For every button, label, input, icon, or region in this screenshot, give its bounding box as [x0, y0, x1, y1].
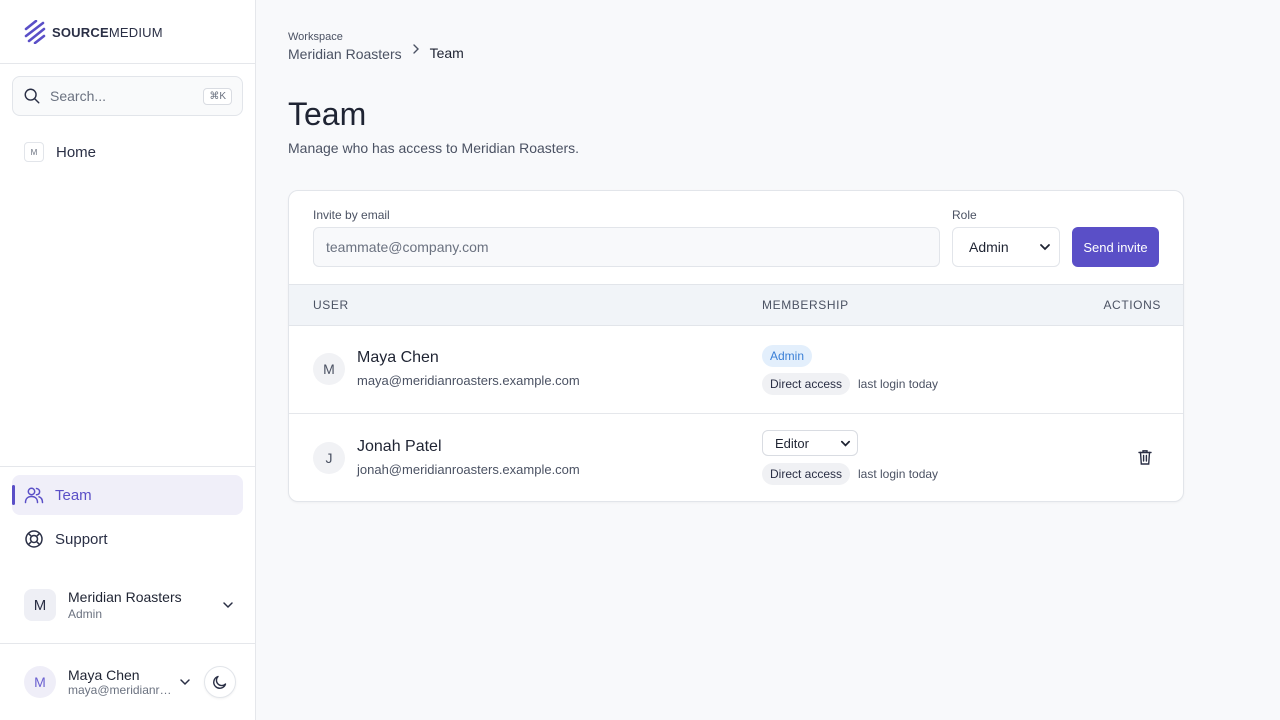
- sidebar-item-home[interactable]: M Home: [12, 136, 243, 168]
- breadcrumb-workspace-name: Meridian Roasters: [288, 46, 402, 62]
- org-name: Meridian Roasters: [68, 589, 182, 605]
- chevron-down-icon: [840, 440, 851, 447]
- search-icon: [24, 88, 40, 104]
- last-login-text: last login today: [858, 467, 939, 481]
- trash-icon[interactable]: [1136, 448, 1154, 466]
- table-row: M Maya Chen maya@meridianroasters.exampl…: [289, 326, 1183, 414]
- role-badge: Admin: [762, 345, 813, 367]
- user-name: Jonah Patel: [357, 438, 442, 455]
- breadcrumb: Workspace Meridian Roasters Team: [288, 31, 464, 62]
- sourcemedium-logo-icon: [24, 20, 46, 44]
- moon-icon: [213, 675, 227, 689]
- breadcrumb-workspace-label: Workspace: [288, 31, 343, 43]
- chevron-right-icon: [412, 44, 419, 54]
- logo[interactable]: SOURCEMEDIUM: [24, 20, 163, 44]
- logo-text: SOURCEMEDIUM: [52, 24, 163, 40]
- avatar: J: [313, 442, 345, 474]
- user-name: Maya Chen: [68, 667, 140, 683]
- role-label: Role: [952, 208, 977, 222]
- role-select-value: Admin: [969, 239, 1009, 255]
- search-placeholder: Search...: [50, 88, 107, 104]
- role-select[interactable]: Admin: [952, 227, 1060, 267]
- column-header-actions: ACTIONS: [1103, 298, 1161, 312]
- table-row: J Jonah Patel jonah@meridianroasters.exa…: [289, 413, 1183, 501]
- search-input[interactable]: Search... ⌘K: [12, 76, 243, 116]
- table-header: USER MEMBERSHIP ACTIONS: [289, 284, 1183, 326]
- sidebar-item-team[interactable]: Team: [12, 475, 243, 515]
- chevron-down-icon: [180, 679, 190, 686]
- sidebar-item-label: Team: [55, 486, 92, 504]
- send-invite-button[interactable]: Send invite: [1072, 227, 1159, 267]
- user-menu[interactable]: M Maya Chen maya@meridianroasters.exampl…: [12, 662, 243, 702]
- home-badge: M: [24, 142, 44, 162]
- user-email: maya@meridianroasters.example.com: [68, 683, 172, 697]
- sidebar-item-label: Home: [56, 143, 97, 161]
- team-card: Invite by email Role Admin Send invite U…: [288, 190, 1184, 502]
- column-header-membership: MEMBERSHIP: [762, 298, 849, 312]
- chevron-down-icon: [223, 602, 233, 609]
- access-badge: Direct access: [762, 373, 851, 395]
- last-login-text: last login today: [858, 377, 939, 391]
- sidebar: SOURCEMEDIUM Search... ⌘K M Home Team Su…: [0, 0, 256, 720]
- chevron-down-icon: [1040, 244, 1050, 251]
- theme-toggle-button[interactable]: [204, 666, 236, 698]
- divider: [0, 63, 255, 64]
- email-label: Invite by email: [313, 208, 390, 222]
- avatar: M: [313, 353, 345, 385]
- divider: [0, 466, 255, 467]
- invite-email-input[interactable]: [313, 227, 940, 267]
- breadcrumb-workspace[interactable]: Workspace Meridian Roasters: [288, 31, 402, 62]
- member-role-value: Editor: [775, 435, 809, 451]
- user-email: maya@meridianroasters.example.com: [357, 373, 580, 388]
- user-name: Maya Chen: [357, 349, 439, 366]
- user-email: jonah@meridianroasters.example.com: [357, 462, 580, 477]
- breadcrumb-current: Team: [429, 45, 464, 61]
- page-title: Team: [288, 96, 367, 132]
- org-avatar: M: [24, 589, 56, 621]
- lifebuoy-icon: [25, 530, 43, 548]
- divider: [0, 643, 255, 644]
- avatar: M: [24, 666, 56, 698]
- column-header-user: USER: [313, 298, 349, 312]
- sidebar-item-support[interactable]: Support: [12, 519, 243, 559]
- member-role-select[interactable]: Editor: [762, 430, 858, 456]
- users-icon: [24, 487, 44, 504]
- org-role: Admin: [68, 607, 103, 621]
- page-subtitle: Manage who has access to Meridian Roaste…: [288, 140, 580, 156]
- access-badge: Direct access: [762, 463, 851, 485]
- org-switcher[interactable]: M Meridian Roasters Admin: [12, 582, 243, 628]
- search-shortcut-badge: ⌘K: [203, 87, 232, 105]
- sidebar-item-label: Support: [55, 530, 108, 548]
